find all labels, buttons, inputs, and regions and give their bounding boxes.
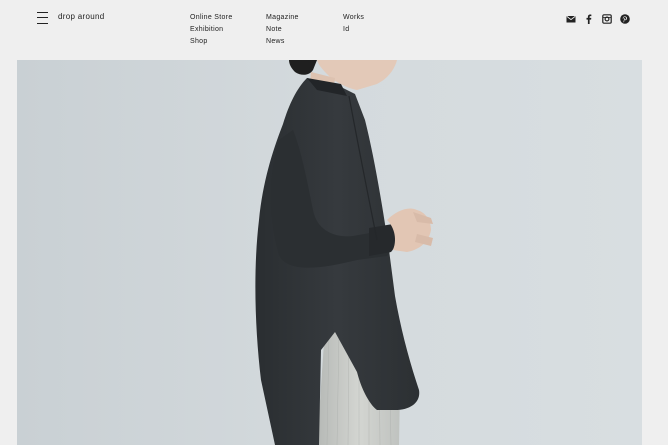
site-logo[interactable]: drop around [58,12,104,21]
hero-photo-illustration [17,60,642,445]
hero-image[interactable] [17,60,642,445]
nav-link-exhibition[interactable]: Exhibition [190,24,233,36]
facebook-icon[interactable] [584,11,594,24]
site-header: drop around Online Store Exhibition Shop… [0,0,668,60]
nav-link-id[interactable]: Id [343,24,364,36]
social-links [566,11,630,24]
nav-link-magazine[interactable]: Magazine [266,12,299,24]
hamburger-menu-icon[interactable] [37,11,49,25]
nav-link-news[interactable]: News [266,36,299,48]
mail-icon[interactable] [566,11,576,23]
nav-link-online-store[interactable]: Online Store [190,12,233,24]
instagram-icon[interactable] [602,11,612,24]
page: drop around Online Store Exhibition Shop… [0,0,668,445]
nav-column-1: Online Store Exhibition Shop [190,12,233,48]
nav-link-note[interactable]: Note [266,24,299,36]
nav-column-2: Magazine Note News [266,12,299,48]
nav-column-3: Works Id [343,12,364,36]
nav-link-works[interactable]: Works [343,12,364,24]
nav-link-shop[interactable]: Shop [190,36,233,48]
pinterest-icon[interactable] [620,11,630,24]
